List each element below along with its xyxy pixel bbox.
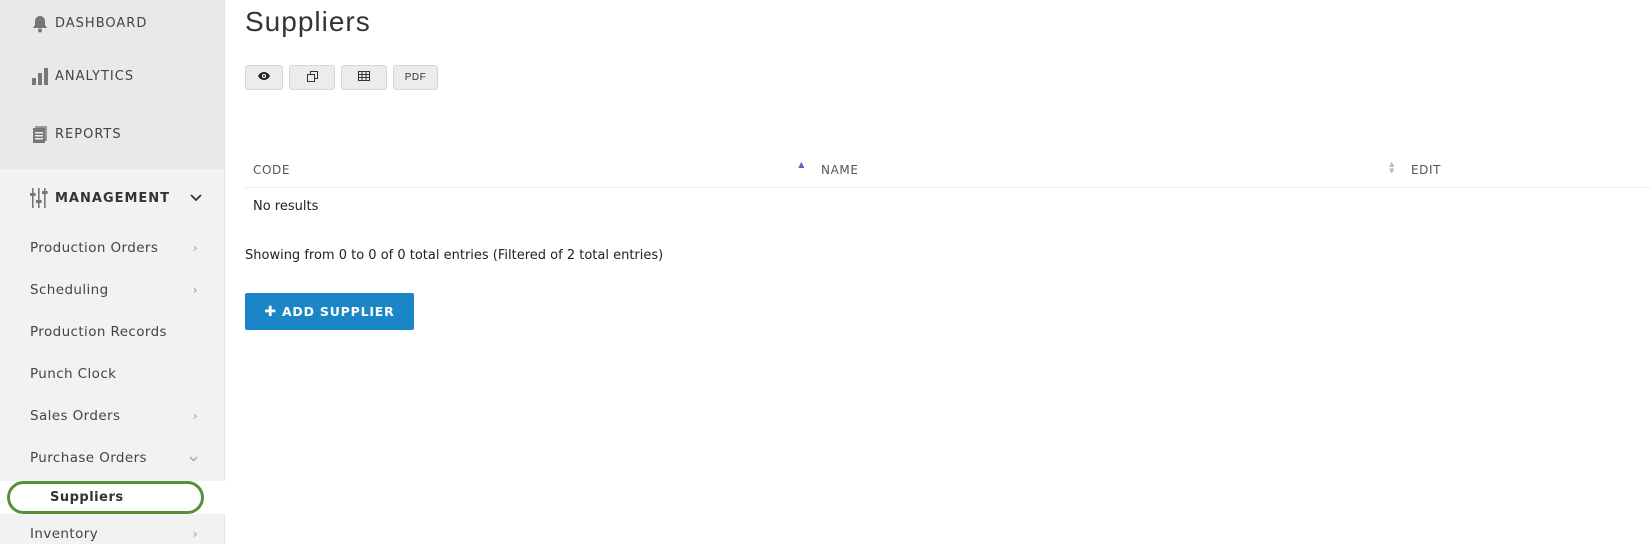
column-visibility-button[interactable]	[245, 65, 283, 90]
export-toolbar: PDF	[245, 65, 438, 90]
chevron-down-icon	[190, 191, 202, 206]
sidebar-item-inventory[interactable]: Inventory ›	[0, 516, 224, 544]
column-header-label: NAME	[821, 162, 859, 177]
column-header-edit: EDIT	[1403, 152, 1650, 187]
chevron-right-icon: ›	[192, 283, 198, 297]
sidebar: DASHBOARD ANALYTICS REPORTS MANAGEMENT P…	[0, 0, 225, 544]
copy-icon	[306, 70, 318, 85]
main-content: Suppliers PDF CODE ▲ NAME ▲ ▼ EDIT No re…	[245, 0, 1650, 544]
sidebar-item-purchase-orders[interactable]: Purchase Orders	[0, 437, 224, 479]
sidebar-item-label: Scheduling	[30, 282, 109, 298]
pdf-export-button[interactable]: PDF	[393, 65, 438, 90]
excel-export-button[interactable]	[341, 65, 387, 90]
column-header-name[interactable]: NAME ▲ ▼	[813, 152, 1403, 187]
nav-reports-label: REPORTS	[55, 126, 122, 142]
column-header-label: EDIT	[1411, 162, 1442, 177]
sidebar-item-label: Punch Clock	[30, 366, 117, 382]
eye-icon	[257, 71, 271, 84]
nav-management-label: MANAGEMENT	[55, 190, 171, 206]
sidebar-item-label: Inventory	[30, 526, 99, 542]
sidebar-subitem-suppliers[interactable]: Suppliers	[7, 481, 204, 514]
nav-management-toggle[interactable]: MANAGEMENT	[0, 169, 224, 227]
document-icon	[30, 124, 50, 144]
sort-ascending-icon: ▲	[798, 160, 805, 169]
nav-dashboard-label: DASHBOARD	[55, 16, 148, 31]
empty-table-message: No results	[253, 198, 319, 214]
page-title: Suppliers	[245, 6, 371, 37]
chevron-down-icon	[189, 451, 198, 465]
sidebar-item-label: Sales Orders	[30, 408, 121, 424]
column-header-label: CODE	[253, 162, 291, 177]
plus-icon: ✚	[264, 303, 277, 320]
sort-both-icon: ▲ ▼	[1389, 160, 1395, 175]
sidebar-item-label: Purchase Orders	[30, 450, 147, 466]
bell-icon	[30, 14, 50, 34]
nav-analytics[interactable]: ANALYTICS	[0, 47, 224, 105]
add-supplier-button[interactable]: ✚ ADD SUPPLIER	[245, 293, 414, 330]
sidebar-item-sales-orders[interactable]: Sales Orders ›	[0, 395, 224, 437]
column-header-code[interactable]: CODE ▲	[245, 152, 813, 187]
add-supplier-label: ADD SUPPLIER	[281, 304, 395, 319]
sidebar-item-scheduling[interactable]: Scheduling ›	[0, 269, 224, 311]
sidebar-item-label: Production Records	[30, 324, 167, 340]
pagination-info: Showing from 0 to 0 of 0 total entries (…	[245, 248, 664, 263]
nav-dashboard[interactable]: DASHBOARD	[0, 0, 224, 47]
sliders-icon	[30, 187, 50, 209]
table-header: CODE ▲ NAME ▲ ▼ EDIT	[245, 152, 1650, 188]
sidebar-item-production-orders[interactable]: Production Orders ›	[0, 227, 224, 269]
nav-analytics-label: ANALYTICS	[55, 68, 135, 84]
copy-button[interactable]	[289, 65, 335, 90]
top-nav: DASHBOARD ANALYTICS REPORTS	[0, 0, 224, 169]
suppliers-table: CODE ▲ NAME ▲ ▼ EDIT No results	[245, 152, 1650, 224]
chevron-right-icon: ›	[192, 409, 198, 423]
sidebar-item-label: Production Orders	[30, 240, 159, 256]
bar-chart-icon	[30, 66, 50, 86]
nav-reports[interactable]: REPORTS	[0, 105, 224, 163]
table-icon	[358, 71, 370, 84]
chevron-right-icon: ›	[192, 241, 198, 255]
sidebar-item-punch-clock[interactable]: Punch Clock	[0, 353, 224, 395]
sidebar-item-production-records[interactable]: Production Records	[0, 311, 224, 353]
sidebar-subitem-wrap: Suppliers	[0, 479, 225, 516]
chevron-right-icon: ›	[192, 527, 198, 541]
